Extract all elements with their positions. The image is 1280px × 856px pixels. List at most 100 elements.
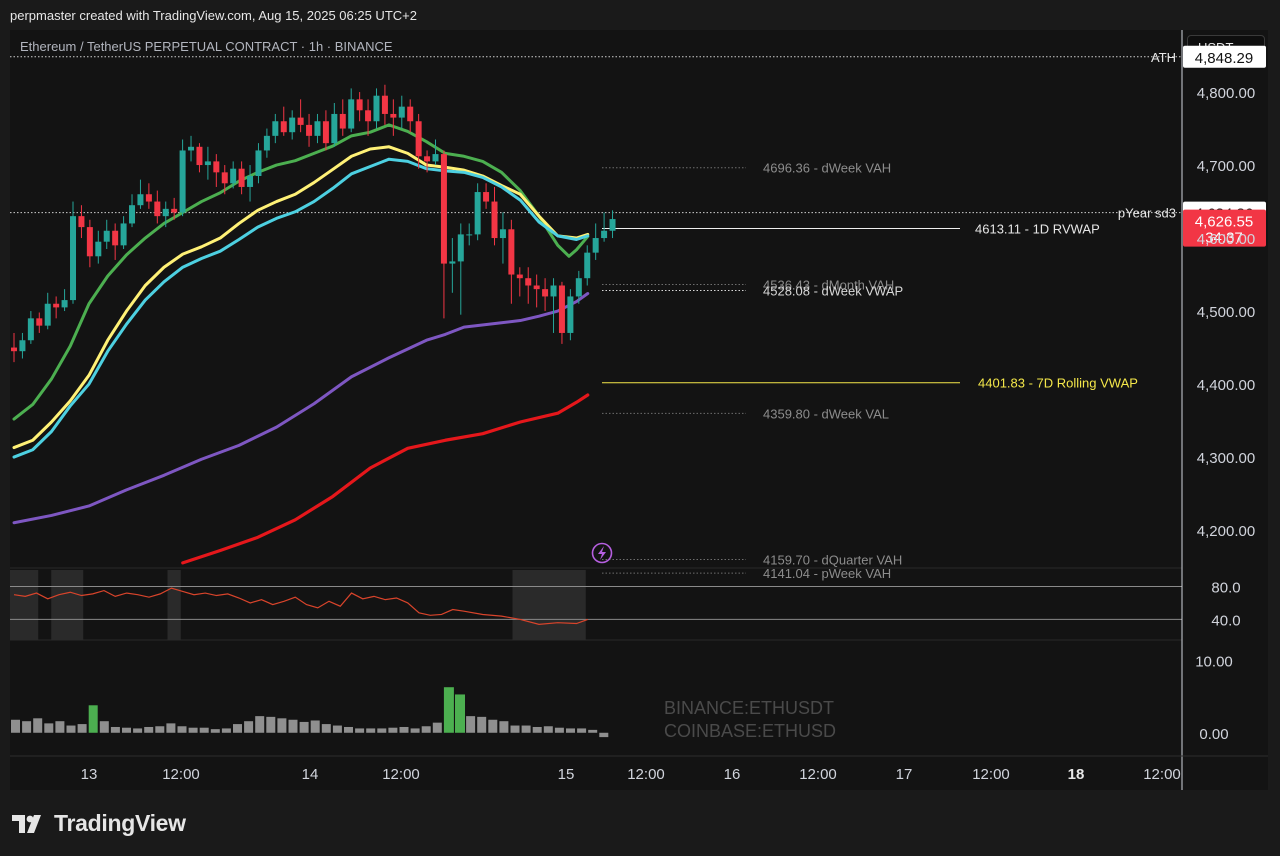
candle-body — [120, 223, 127, 246]
level-lines: ATH pYear sd3 4696.36 - dWeek VAH 4613.11 -… — [10, 50, 1182, 581]
candle-body — [297, 117, 304, 125]
candle-body — [348, 99, 355, 129]
level-label: 4359.80 - dWeek VAL — [763, 406, 889, 421]
candle-body — [491, 201, 498, 239]
level-label: 4613.11 - 1D RVWAP — [975, 221, 1100, 236]
volume-tick-label: 0.00 — [1199, 726, 1228, 743]
volume-tick-label: 10.00 — [1195, 653, 1233, 670]
price-tick-label: 4,700.00 — [1197, 158, 1255, 175]
candle-body — [112, 230, 119, 246]
moving-averages — [12, 123, 590, 565]
volume-bar — [11, 719, 20, 733]
time-axis[interactable]: 13 12:00 14 12:00 15 12:00 16 12:00 17 12:00 18 12:… — [10, 755, 1268, 783]
candle-body — [390, 113, 397, 118]
volume-bar — [466, 716, 476, 733]
volume-bar — [599, 732, 609, 738]
candle-body — [53, 303, 60, 308]
volume-bar — [166, 723, 176, 733]
level-label: 4528.08 - dWeek VWAP — [763, 284, 903, 299]
volume-bar — [521, 725, 531, 733]
time-tick-label: 14 — [302, 766, 319, 783]
candle-body — [466, 234, 473, 236]
candle-body — [474, 192, 481, 235]
volume-bar — [366, 728, 376, 733]
candle-body — [19, 340, 26, 352]
volume-watermark: BINANCE:ETHUSDT — [664, 698, 834, 718]
tradingview-logo[interactable]: TradingView — [12, 810, 186, 837]
candle-body — [449, 261, 456, 264]
volume-bar — [332, 725, 342, 733]
rsi-highlight-zone — [51, 570, 84, 640]
candle-body — [567, 296, 574, 333]
volume-bar — [543, 726, 553, 733]
candle-body — [550, 285, 557, 297]
time-tick-label: 12:00 — [162, 766, 200, 783]
candle-body — [306, 124, 313, 136]
tradingview-logo-icon — [12, 814, 41, 833]
candle-body — [457, 234, 464, 262]
candle-body — [61, 300, 68, 308]
volume-bar — [77, 724, 87, 733]
current-price-text: 4,626.55 — [1195, 214, 1253, 231]
candle-body — [70, 216, 77, 301]
ma-purple-line — [12, 292, 590, 525]
candle-body — [289, 117, 296, 133]
candle-body — [499, 229, 506, 239]
volume-bar — [488, 719, 498, 733]
candle-body — [204, 161, 211, 166]
volume-bar — [22, 721, 32, 733]
time-tick-label: 12:00 — [627, 766, 665, 783]
candle-body — [280, 121, 287, 133]
candle-body — [263, 135, 270, 151]
candle-body — [137, 194, 144, 206]
candle-body — [255, 150, 262, 176]
volume-bar — [355, 728, 365, 733]
volume-bar — [33, 718, 43, 733]
candle-body — [440, 154, 447, 264]
volume-bar — [210, 729, 220, 733]
ath-label: ATH — [1151, 50, 1176, 65]
volume-bar — [377, 728, 387, 733]
level-label: 4696.36 - dWeek VAH — [763, 161, 891, 176]
chart-canvas[interactable]: ATH pYear sd3 4696.36 - dWeek VAH 4613.11 -… — [0, 0, 1280, 856]
candle-body — [424, 156, 431, 162]
volume-bar — [344, 726, 353, 733]
price-axis[interactable]: 4,848.294,634.864,626.5534:374,800.004,7… — [1181, 30, 1266, 790]
volume-bar — [44, 723, 54, 733]
rsi-highlight-zone — [512, 570, 586, 640]
price-tick-label: 4,200.00 — [1197, 523, 1255, 540]
candle-body — [103, 230, 110, 242]
price-tick-label: 4,400.00 — [1197, 377, 1255, 394]
time-tick-label: 15 — [558, 766, 575, 783]
candle-body — [27, 318, 34, 341]
candle-body — [188, 146, 195, 151]
volume-bar — [110, 726, 120, 733]
volume-bar — [432, 722, 442, 733]
candle-body — [238, 168, 245, 187]
volume-bar — [55, 721, 65, 733]
rsi-tick-label: 80.0 — [1211, 579, 1240, 596]
volume-bar — [321, 724, 331, 733]
volume-bar — [188, 727, 198, 733]
rsi-tick-label: 40.0 — [1211, 612, 1240, 629]
candle-body — [11, 347, 17, 352]
volume-bar — [177, 726, 187, 733]
tradingview-logo-text: TradingView — [54, 810, 186, 836]
volume-bar — [299, 721, 309, 733]
volume-bar — [221, 728, 231, 733]
rsi-pane — [10, 567, 1182, 640]
candle-body — [322, 121, 329, 144]
candle-body — [516, 274, 523, 279]
volume-bar — [144, 726, 154, 733]
rsi-highlight-zone — [10, 570, 39, 640]
volume-bar — [566, 728, 575, 733]
candle-body — [381, 95, 388, 114]
candle-body — [44, 303, 51, 326]
candle-body — [86, 227, 93, 257]
candle-body — [365, 110, 372, 122]
volume-bar — [233, 724, 242, 733]
ema-yellow-line — [12, 145, 590, 450]
candle-body — [154, 201, 161, 217]
candle-body — [162, 208, 169, 217]
volume-bar — [88, 705, 98, 733]
